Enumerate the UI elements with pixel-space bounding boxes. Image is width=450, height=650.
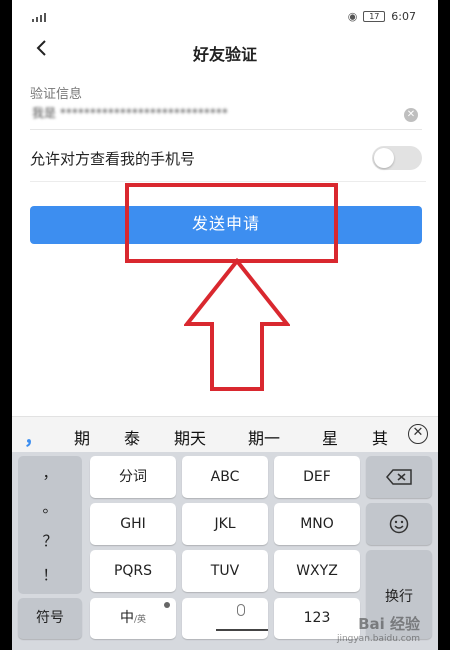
page-title: 好友验证: [192, 45, 257, 64]
backspace-icon: [386, 469, 412, 485]
key-tuv[interactable]: TUV: [182, 550, 268, 592]
punct-key[interactable]: 。: [18, 496, 82, 517]
candidate-item[interactable]: 泰: [124, 425, 140, 449]
globe-icon: [164, 602, 170, 608]
status-right: ◉ 17 6:07: [348, 10, 416, 23]
enter-key[interactable]: 换行: [366, 550, 432, 639]
candidate-lead[interactable]: ，: [24, 421, 44, 450]
candidate-item[interactable]: 期一: [248, 425, 280, 449]
key-abc[interactable]: ABC: [182, 456, 268, 498]
key-wxyz[interactable]: WXYZ: [274, 550, 360, 592]
mic-icon: [237, 604, 245, 616]
status-bar: ◉ 17 6:07: [12, 0, 438, 36]
candidate-item[interactable]: 其: [372, 425, 388, 449]
ime-keyboard: ， 。 ？ ！ 分词 ABC DEF GHI JKL MNO PQRS TUV …: [12, 452, 438, 650]
candidate-item[interactable]: 期天: [174, 425, 206, 449]
clear-circle-icon[interactable]: ✕: [404, 108, 418, 122]
emoji-key[interactable]: [366, 503, 432, 545]
number-key[interactable]: 123: [274, 598, 360, 639]
annotation-up-arrow-icon: [184, 258, 290, 391]
eye-comfort-icon: ◉: [347, 10, 358, 23]
show-phone-toggle[interactable]: [372, 146, 422, 170]
key-def[interactable]: DEF: [274, 456, 360, 498]
punct-key[interactable]: ！: [18, 564, 82, 585]
punct-key[interactable]: ？: [18, 530, 82, 551]
emoji-icon: [389, 514, 409, 534]
show-phone-row: 允许对方查看我的手机号: [30, 138, 426, 182]
space-bar-line: [216, 629, 268, 631]
battery-icon: 17: [363, 11, 386, 22]
verify-message-input[interactable]: 我是 **************************** ✕: [30, 100, 422, 130]
key-pqrs[interactable]: PQRS: [90, 550, 176, 592]
header: 好友验证: [12, 36, 438, 66]
candidate-bar: ， 期 泰 期天 期一 星 其 ✕: [12, 416, 438, 452]
punct-key[interactable]: ，: [18, 462, 82, 483]
show-phone-label: 允许对方查看我的手机号: [30, 150, 196, 168]
verify-message-value: 我是 ****************************: [32, 106, 228, 120]
key-fenci[interactable]: 分词: [90, 456, 176, 498]
backspace-key[interactable]: [366, 456, 432, 498]
lang-switch-key[interactable]: 中/英: [90, 598, 176, 639]
candidate-item[interactable]: 期: [74, 425, 90, 449]
key-ghi[interactable]: GHI: [90, 503, 176, 545]
lang-label: 中: [119, 610, 134, 626]
candidate-item[interactable]: 星: [322, 425, 338, 449]
symbol-key[interactable]: 符号: [18, 598, 82, 639]
phone-screen: ◉ 17 6:07 好友验证 验证信息 我是 *****************…: [12, 0, 438, 650]
close-circle-icon[interactable]: ✕: [408, 424, 428, 444]
key-jkl[interactable]: JKL: [182, 503, 268, 545]
send-request-button[interactable]: 发送申请: [30, 206, 422, 244]
punctuation-column[interactable]: ， 。 ？ ！: [18, 456, 82, 594]
status-time: 6:07: [391, 10, 416, 23]
key-mno[interactable]: MNO: [274, 503, 360, 545]
lang-sub-label: /英: [133, 615, 147, 625]
toggle-knob: [374, 148, 394, 168]
space-key[interactable]: [182, 598, 268, 639]
signal-icon: [32, 12, 46, 22]
